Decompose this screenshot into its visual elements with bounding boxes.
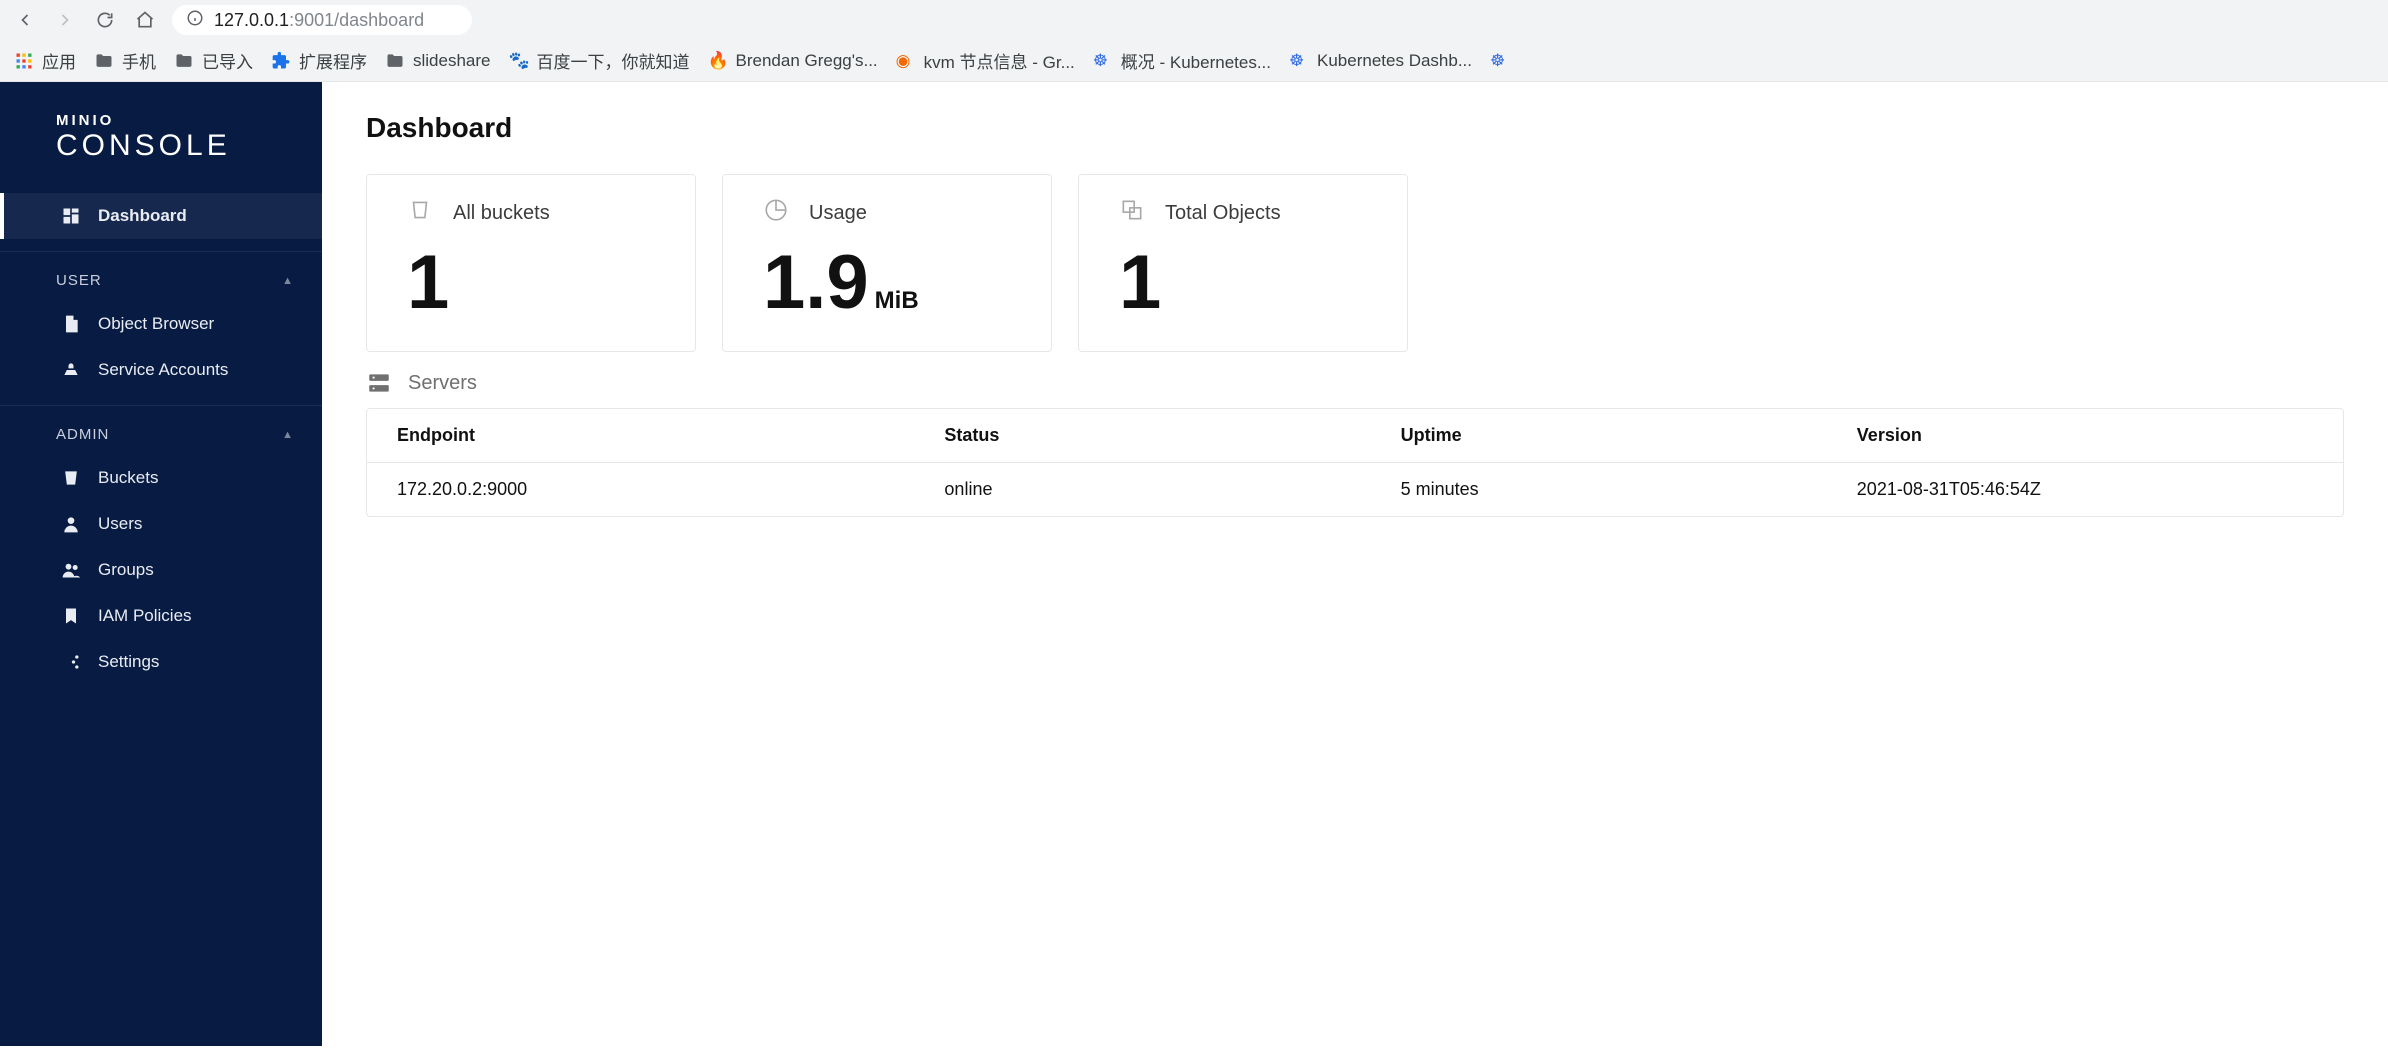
url-host: 127.0.0.1:9001/dashboard: [214, 10, 424, 31]
user-icon: [60, 513, 82, 535]
bookmark-baidu[interactable]: 🐾 百度一下，你就知道: [509, 48, 690, 73]
sidebar-item-object-browser[interactable]: Object Browser: [0, 301, 322, 347]
bookmark-label: 手机: [122, 48, 156, 73]
sidebar-item-settings[interactable]: Settings: [0, 639, 322, 685]
card-usage: Usage 1.9 MiB: [722, 174, 1052, 352]
col-status: Status: [944, 425, 1400, 446]
browser-chrome: 127.0.0.1:9001/dashboard 应用 手机 已导入 扩展程序 …: [0, 0, 2388, 82]
bookmarks-bar: 应用 手机 已导入 扩展程序 slideshare 🐾 百度一下，你就知道 🔥 …: [0, 40, 2388, 81]
card-label: Usage: [809, 202, 867, 225]
back-icon[interactable]: [12, 7, 38, 33]
sidebar-item-dashboard[interactable]: Dashboard: [0, 193, 322, 239]
sidebar-item-buckets[interactable]: Buckets: [0, 455, 322, 501]
bookmark-label: 概况 - Kubernetes...: [1121, 48, 1271, 73]
bucket-icon: [407, 197, 433, 229]
caret-up-icon: ▲: [282, 429, 294, 441]
logo-big: CONSOLE: [56, 129, 284, 163]
bookmark-folder[interactable]: 已导入: [174, 48, 253, 73]
bucket-icon: [60, 467, 82, 489]
app-logo: MINIO CONSOLE: [0, 102, 322, 193]
card-value: 1.9 MiB: [763, 245, 1011, 321]
info-icon: [186, 9, 204, 32]
table-row[interactable]: 172.20.0.2:9000 online 5 minutes 2021-08…: [367, 463, 2343, 516]
sidebar-item-users[interactable]: Users: [0, 501, 322, 547]
bookmark-grafana[interactable]: ◉ kvm 节点信息 - Gr...: [896, 48, 1075, 73]
settings-icon: [60, 651, 82, 673]
main-content: Dashboard All buckets 1 Usage 1.9 MiB: [322, 82, 2388, 1046]
sidebar-item-groups[interactable]: Groups: [0, 547, 322, 593]
sidebar-item-label: Dashboard: [98, 206, 187, 226]
bookmark-folder[interactable]: 手机: [94, 48, 156, 73]
bookmark-label: 已导入: [202, 48, 253, 73]
pie-icon: [763, 197, 789, 229]
service-icon: [60, 359, 82, 381]
card-value: 1: [1119, 245, 1367, 321]
card-unit: MiB: [875, 289, 919, 313]
sidebar-item-iam-policies[interactable]: IAM Policies: [0, 593, 322, 639]
reload-icon[interactable]: [92, 7, 118, 33]
bookmark-apps[interactable]: 应用: [14, 48, 76, 73]
bookmark-k8s[interactable]: ☸ 概况 - Kubernetes...: [1093, 48, 1271, 73]
cell-status: online: [944, 479, 1400, 500]
bookmark-label: slideshare: [413, 51, 491, 71]
sidebar-item-label: Object Browser: [98, 314, 214, 334]
home-icon[interactable]: [132, 7, 158, 33]
cell-uptime: 5 minutes: [1401, 479, 1857, 500]
col-version: Version: [1857, 425, 2313, 446]
bookmark-extensions[interactable]: 扩展程序: [271, 48, 367, 73]
sidebar-item-label: Buckets: [98, 468, 158, 488]
col-uptime: Uptime: [1401, 425, 1857, 446]
sidebar: MINIO CONSOLE Dashboard USER ▲ Object Br…: [0, 82, 322, 1046]
bookmark-k8s-dash[interactable]: ☸ Kubernetes Dashb...: [1289, 51, 1472, 71]
section-label: ADMIN: [56, 426, 109, 443]
bookmark-gregg[interactable]: 🔥 Brendan Gregg's...: [708, 51, 878, 71]
sidebar-item-label: Service Accounts: [98, 360, 228, 380]
table-header: Endpoint Status Uptime Version: [367, 409, 2343, 463]
card-value: 1: [407, 245, 655, 321]
cell-version: 2021-08-31T05:46:54Z: [1857, 479, 2313, 500]
objects-icon: [1119, 197, 1145, 229]
summary-cards: All buckets 1 Usage 1.9 MiB Total Object…: [366, 174, 2344, 352]
section-label: USER: [56, 272, 102, 289]
bookmark-label: 应用: [42, 48, 76, 73]
bookmark-label: Kubernetes Dashb...: [1317, 51, 1472, 71]
sidebar-item-label: Groups: [98, 560, 154, 580]
servers-label: Servers: [408, 372, 477, 395]
sidebar-item-label: IAM Policies: [98, 606, 192, 626]
sidebar-item-service-accounts[interactable]: Service Accounts: [0, 347, 322, 393]
card-label: All buckets: [453, 202, 550, 225]
bookmark-label: 扩展程序: [299, 48, 367, 73]
forward-icon[interactable]: [52, 7, 78, 33]
card-label: Total Objects: [1165, 202, 1281, 225]
sidebar-section-user[interactable]: USER ▲: [0, 251, 322, 301]
bookmark-more[interactable]: ☸: [1490, 51, 1510, 71]
card-total-objects: Total Objects 1: [1078, 174, 1408, 352]
bookmark-label: Brendan Gregg's...: [736, 51, 878, 71]
sidebar-section-admin[interactable]: ADMIN ▲: [0, 405, 322, 455]
bookmark-label: 百度一下，你就知道: [537, 48, 690, 73]
address-bar[interactable]: 127.0.0.1:9001/dashboard: [172, 5, 472, 35]
caret-up-icon: ▲: [282, 275, 294, 287]
file-icon: [60, 313, 82, 335]
sidebar-item-label: Users: [98, 514, 142, 534]
groups-icon: [60, 559, 82, 581]
servers-table: Endpoint Status Uptime Version 172.20.0.…: [366, 408, 2344, 517]
logo-small: MINIO: [56, 112, 284, 129]
bookmark-folder[interactable]: slideshare: [385, 51, 491, 71]
card-all-buckets: All buckets 1: [366, 174, 696, 352]
servers-heading: Servers: [366, 370, 2344, 396]
bookmark-label: kvm 节点信息 - Gr...: [924, 48, 1075, 73]
dashboard-icon: [60, 205, 82, 227]
col-endpoint: Endpoint: [397, 425, 944, 446]
sidebar-item-label: Settings: [98, 652, 159, 672]
bookmark-icon: [60, 605, 82, 627]
page-title: Dashboard: [366, 112, 2344, 144]
cell-endpoint: 172.20.0.2:9000: [397, 479, 944, 500]
